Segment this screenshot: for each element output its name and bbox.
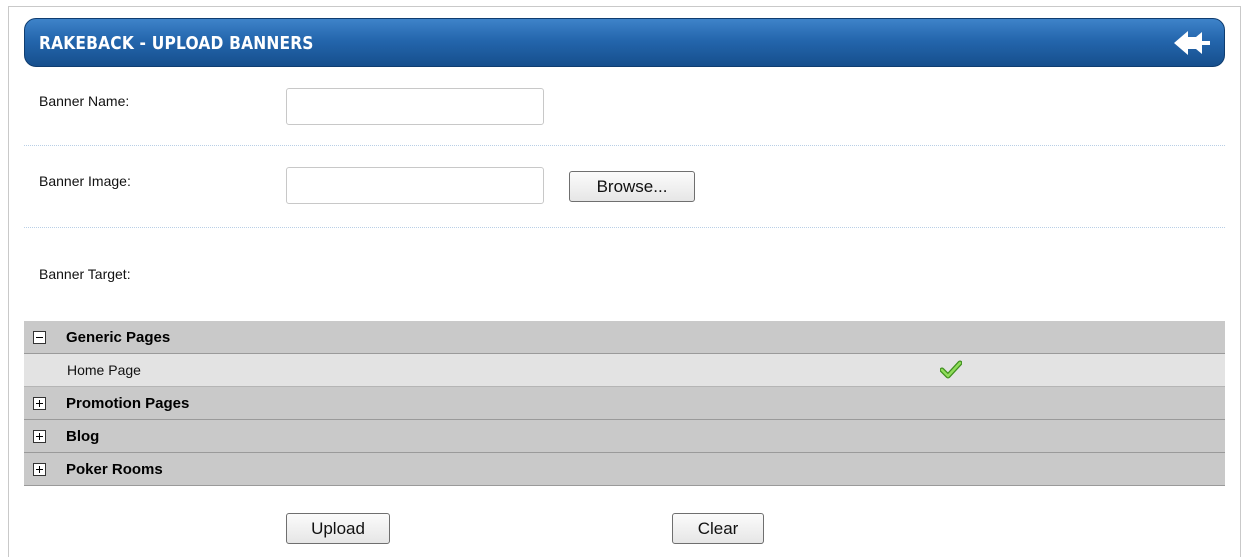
upload-button[interactable]: Upload	[286, 513, 390, 544]
divider	[24, 227, 1225, 228]
divider	[24, 145, 1225, 146]
banner-target-tree: Generic Pages Home Page Promotion Pages …	[24, 321, 1225, 486]
expand-toggle-icon[interactable]	[33, 463, 46, 476]
tree-group-generic-pages[interactable]: Generic Pages	[24, 321, 1225, 354]
browse-button[interactable]: Browse...	[569, 171, 695, 202]
tree-group-label: Promotion Pages	[66, 395, 190, 412]
clear-button[interactable]: Clear	[672, 513, 764, 544]
banner-image-path-input[interactable]	[286, 167, 544, 204]
tree-item-home-page[interactable]: Home Page	[24, 354, 1225, 387]
tree-group-promotion-pages[interactable]: Promotion Pages	[24, 387, 1225, 420]
collapse-toggle-icon[interactable]	[33, 331, 46, 344]
expand-toggle-icon[interactable]	[33, 430, 46, 443]
tree-group-poker-rooms[interactable]: Poker Rooms	[24, 453, 1225, 486]
page-title: RAKEBACK - UPLOAD BANNERS	[39, 33, 314, 54]
panel-header: RAKEBACK - UPLOAD BANNERS	[24, 18, 1225, 67]
tree-group-label: Blog	[66, 428, 100, 445]
tree-group-label: Generic Pages	[66, 329, 171, 346]
expand-toggle-icon[interactable]	[33, 397, 46, 410]
tree-group-blog[interactable]: Blog	[24, 420, 1225, 453]
banner-name-label: Banner Name:	[39, 93, 130, 109]
tree-group-label: Poker Rooms	[66, 461, 163, 478]
checkmark-icon	[939, 360, 963, 380]
back-arrow-icon[interactable]	[1172, 29, 1212, 57]
banner-name-input[interactable]	[286, 88, 544, 125]
banner-image-label: Banner Image:	[39, 173, 131, 189]
banner-target-label: Banner Target:	[39, 266, 131, 282]
tree-item-label: Home Page	[67, 362, 141, 378]
